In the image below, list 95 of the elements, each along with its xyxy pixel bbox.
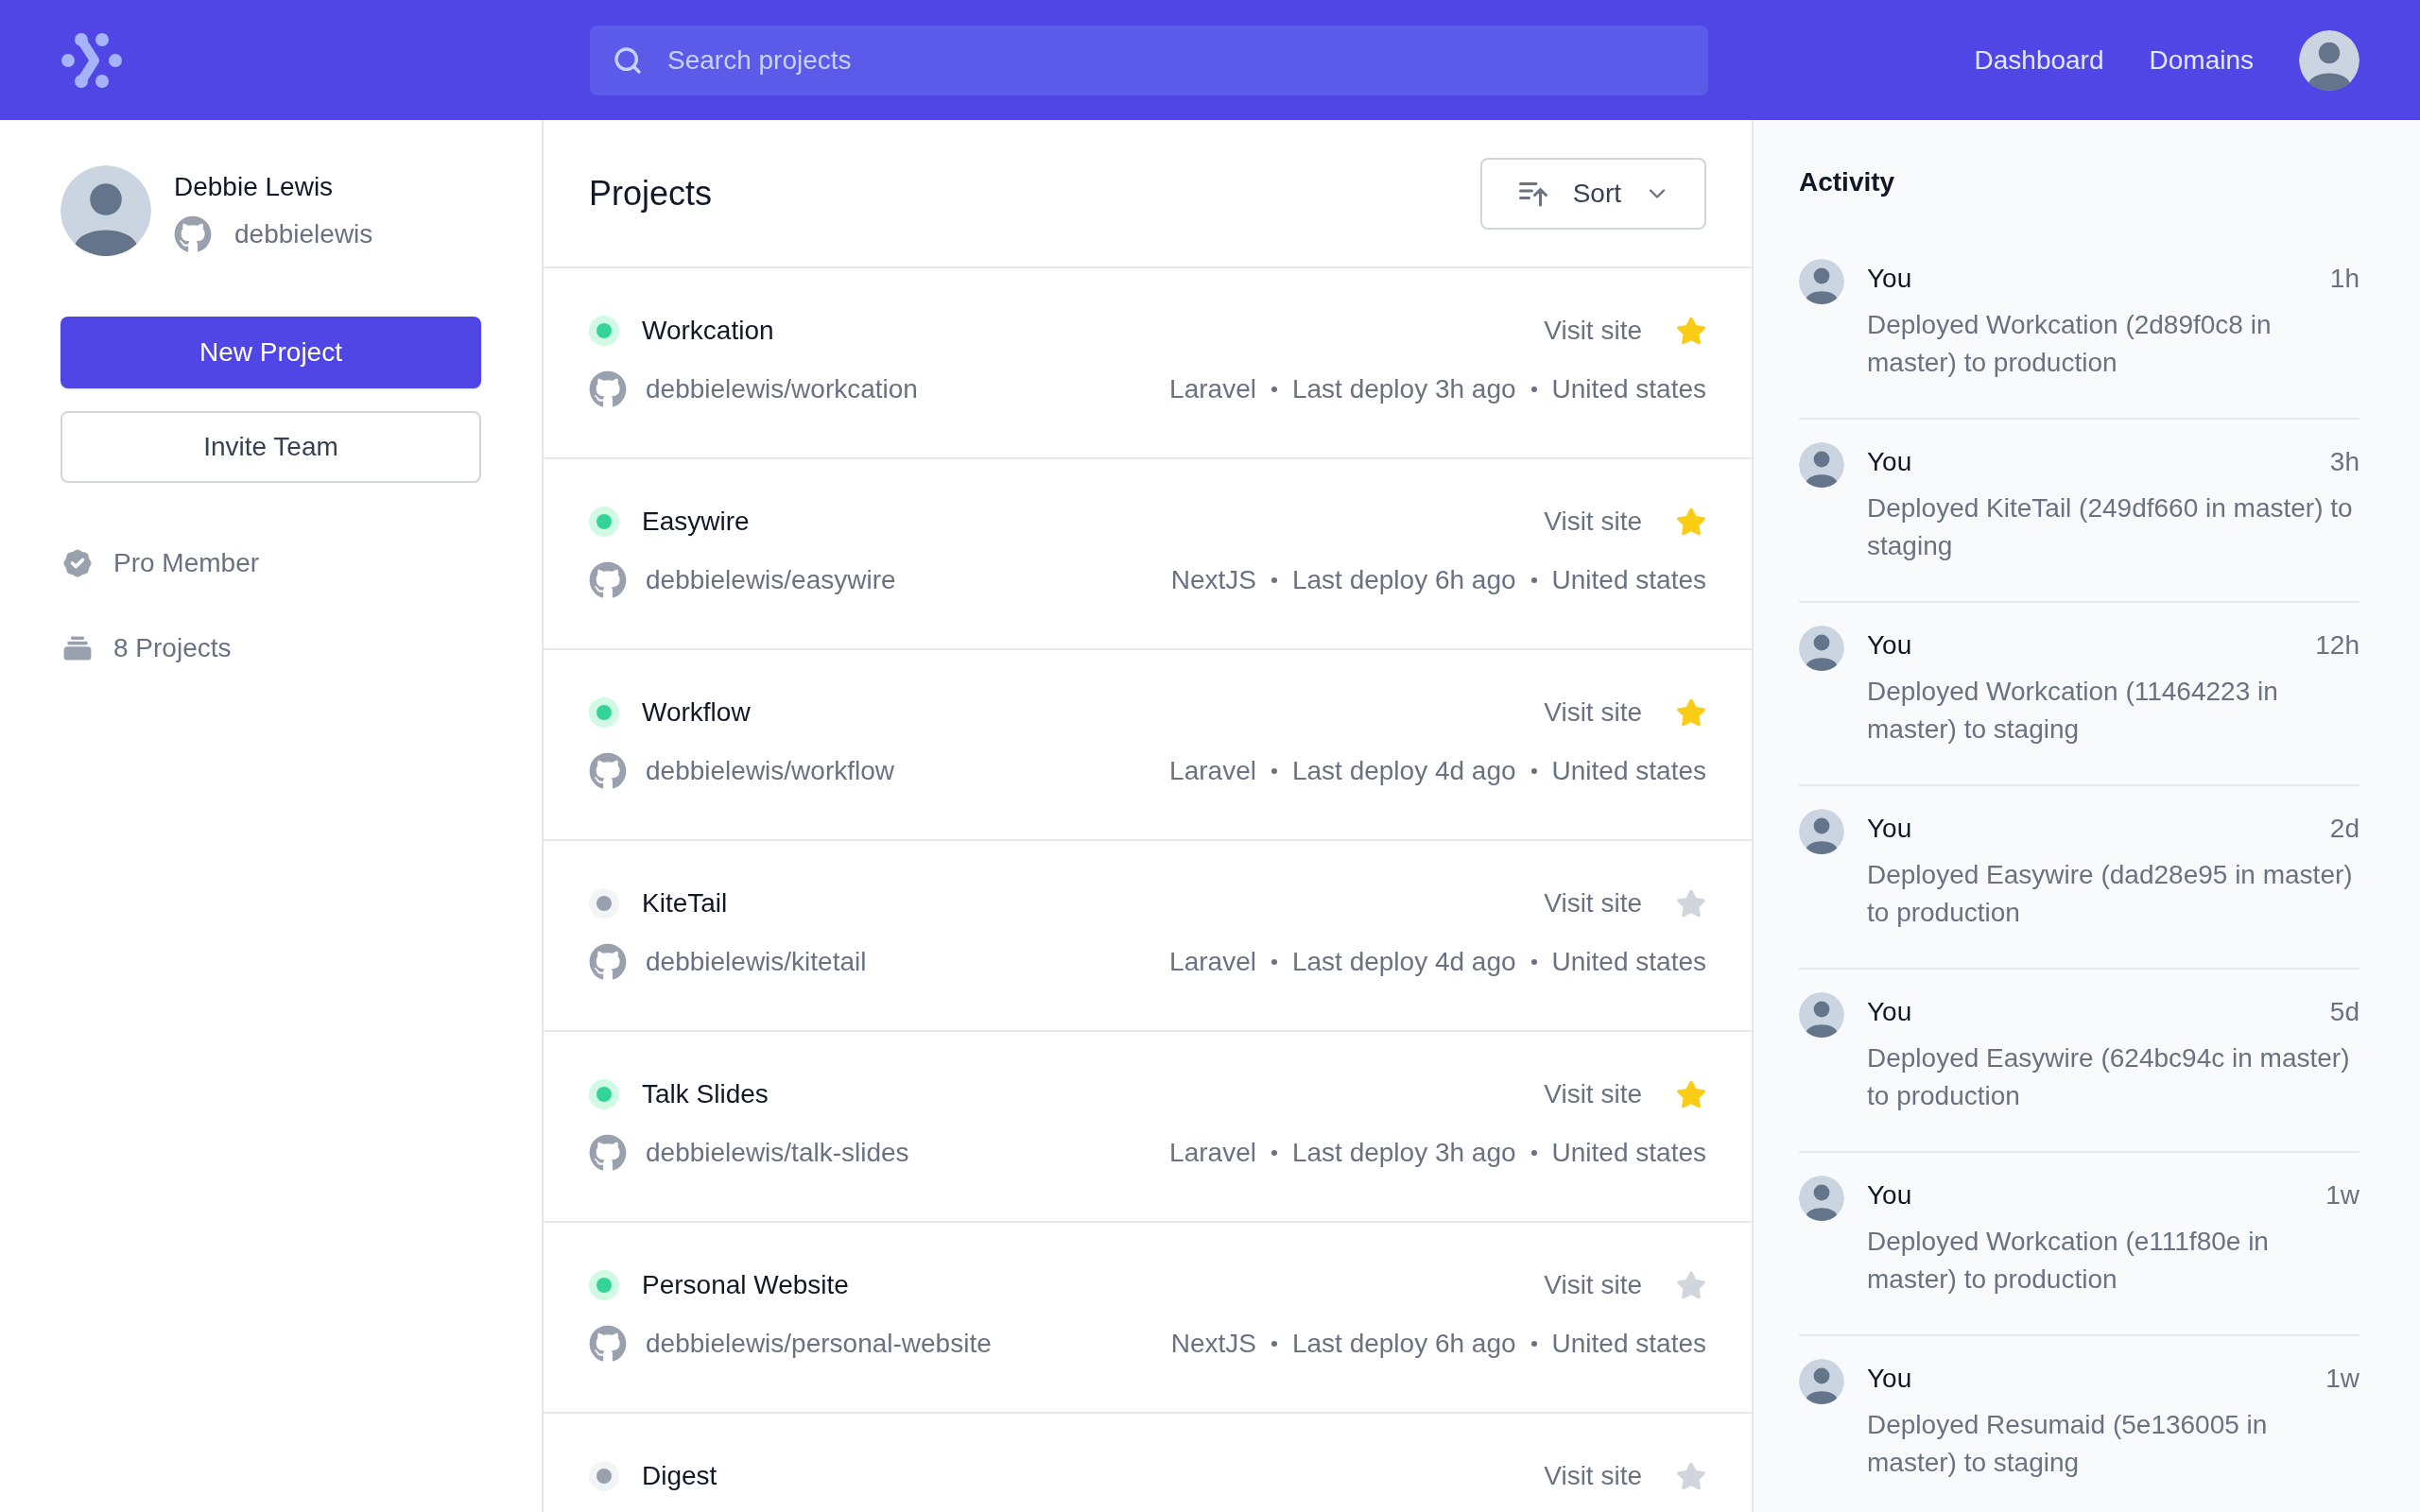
stat-label: 8 Projects xyxy=(113,632,232,664)
star-icon[interactable] xyxy=(1676,697,1706,728)
activity-text: Deployed Easywire (dad28e95 in master) to production xyxy=(1867,859,2354,929)
project-meta: Last deploy 3h ago xyxy=(1291,373,1516,405)
activity-avatar xyxy=(1799,809,1844,854)
search-field[interactable]: Search projects xyxy=(590,25,1708,95)
visit-site-link[interactable]: Visit site xyxy=(1544,884,1642,923)
search-icon xyxy=(613,44,643,76)
user-avatar xyxy=(2299,29,2360,91)
activity-text: Deployed KiteTail (249df660 in master) to staging xyxy=(1867,492,2354,562)
activity-user: You xyxy=(1867,813,1912,845)
project-meta: Last deploy 6h ago xyxy=(1291,564,1516,596)
projects-title: Projects xyxy=(589,172,713,215)
activity-avatar xyxy=(1799,626,1844,671)
project-meta: United states xyxy=(1551,946,1706,978)
github-icon xyxy=(174,215,212,253)
project-name[interactable]: Talk Slides xyxy=(642,1074,769,1114)
project-name[interactable]: Workcation xyxy=(642,311,774,351)
activity-time: 1w xyxy=(2325,1363,2360,1395)
activity-user: You xyxy=(1867,263,1912,295)
activity-text: Deployed Resumaid (5e136005 in master) to staging xyxy=(1867,1409,2269,1479)
activity-user: You xyxy=(1867,996,1912,1028)
visit-site-link[interactable]: Visit site xyxy=(1544,693,1642,732)
star-icon[interactable] xyxy=(1676,888,1706,919)
activity-avatar xyxy=(1799,259,1844,304)
activity-text: Deployed Workcation (11464223 in master) to staging xyxy=(1867,676,2279,746)
github-icon xyxy=(589,370,627,408)
star-icon[interactable] xyxy=(1676,1270,1706,1300)
activity-user: You xyxy=(1867,1179,1912,1211)
activity-avatar xyxy=(1799,1176,1844,1221)
project-name[interactable]: KiteTail xyxy=(642,884,728,923)
repo-name: debbielewis/talk-slides xyxy=(646,1137,909,1169)
project-meta: Laravel xyxy=(1169,1137,1256,1169)
github-icon xyxy=(589,943,627,981)
project-meta: NextJS xyxy=(1170,1328,1256,1360)
sort-button[interactable]: Sort xyxy=(1479,157,1706,230)
username: debbielewis xyxy=(234,218,373,250)
activity-title: Activity xyxy=(1799,166,1896,198)
project-meta: United states xyxy=(1551,755,1706,787)
visit-site-link[interactable]: Visit site xyxy=(1544,1456,1642,1496)
github-icon xyxy=(589,752,627,790)
star-icon[interactable] xyxy=(1676,316,1706,346)
project-name[interactable]: Workflow xyxy=(642,693,751,732)
activity-avatar xyxy=(1799,442,1844,488)
star-icon[interactable] xyxy=(1676,1461,1706,1491)
project-meta: Last deploy 3h ago xyxy=(1291,1137,1516,1169)
activity-avatar xyxy=(1799,992,1844,1038)
project-meta: NextJS xyxy=(1170,564,1256,596)
project-name[interactable]: Personal Website xyxy=(642,1265,849,1305)
project-meta: Laravel xyxy=(1169,946,1256,978)
activity-time: 1h xyxy=(2329,263,2360,295)
stat-label: Pro Member xyxy=(113,547,260,579)
project-meta: Last deploy 4d ago xyxy=(1291,755,1516,787)
visit-site-link[interactable]: Visit site xyxy=(1544,1265,1642,1305)
project-meta: Last deploy 6h ago xyxy=(1291,1328,1516,1360)
project-name[interactable]: Digest xyxy=(642,1456,717,1496)
repo-name: debbielewis/kitetail xyxy=(646,946,867,978)
visit-site-link[interactable]: Visit site xyxy=(1544,502,1642,541)
invite-team-button[interactable]: Invite Team xyxy=(60,411,481,483)
star-icon[interactable] xyxy=(1676,1079,1706,1109)
activity-avatar xyxy=(1799,1359,1844,1404)
repo-name: debbielewis/workcation xyxy=(646,373,918,405)
project-meta: Laravel xyxy=(1169,373,1256,405)
activity-user: You xyxy=(1867,1363,1912,1395)
repo-name: debbielewis/easywire xyxy=(646,564,896,596)
activity-text: Deployed Easywire (624bc94c in master) to production xyxy=(1867,1042,2351,1112)
visit-site-link[interactable]: Visit site xyxy=(1544,311,1642,351)
activity-user: You xyxy=(1867,446,1912,478)
project-meta: United states xyxy=(1551,1137,1706,1169)
github-icon xyxy=(589,1134,627,1172)
profile-name: Debbie Lewis xyxy=(174,171,335,203)
nav-link[interactable]: Domains xyxy=(2149,40,2254,80)
nav-link[interactable]: Dashboard xyxy=(1974,40,2104,80)
new-project-button[interactable]: New Project xyxy=(60,317,481,388)
project-meta: Laravel xyxy=(1169,755,1256,787)
star-icon[interactable] xyxy=(1676,507,1706,537)
activity-time: 3h xyxy=(2329,446,2360,478)
project-meta: United states xyxy=(1551,373,1706,405)
project-meta: United states xyxy=(1551,564,1706,596)
activity-text: Deployed Workcation (e111f80e in master) to production xyxy=(1867,1226,2270,1296)
github-icon xyxy=(589,561,627,599)
activity-time: 2d xyxy=(2329,813,2360,845)
project-meta: United states xyxy=(1551,1328,1706,1360)
logo-icon xyxy=(60,31,123,89)
activity-user: You xyxy=(1867,629,1912,662)
project-name[interactable]: Easywire xyxy=(642,502,750,541)
activity-time: 12h xyxy=(2315,629,2360,662)
visit-site-link[interactable]: Visit site xyxy=(1544,1074,1642,1114)
repo-name: debbielewis/workflow xyxy=(646,755,894,787)
activity-text: Deployed Workcation (2d89f0c8 in master) to production xyxy=(1867,309,2273,379)
activity-time: 1w xyxy=(2325,1179,2360,1211)
repo-name: debbielewis/personal-website xyxy=(646,1328,992,1360)
project-meta: Last deploy 4d ago xyxy=(1291,946,1516,978)
activity-time: 5d xyxy=(2329,996,2360,1028)
github-icon xyxy=(589,1325,627,1363)
